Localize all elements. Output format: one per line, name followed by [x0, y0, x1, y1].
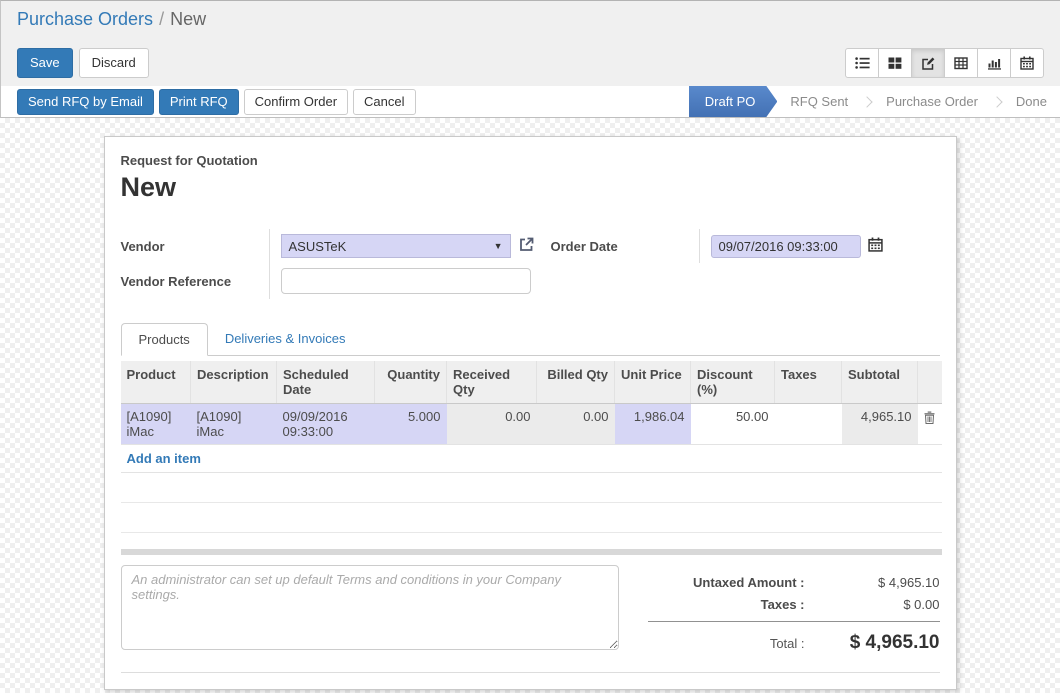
form-fields-right: Order Date	[551, 229, 940, 299]
sheet-bottom: Untaxed Amount : $ 4,965.10 Taxes : $ 0.…	[121, 565, 940, 658]
graph-view-button[interactable]	[977, 48, 1011, 78]
sheet-subtitle: Request for Quotation	[121, 153, 940, 168]
vendor-label: Vendor	[121, 239, 269, 254]
control-panel: Purchase Orders / New Save Discard	[0, 0, 1060, 86]
external-link-icon	[518, 236, 535, 256]
empty-row	[121, 473, 942, 503]
breadcrumb: Purchase Orders / New	[17, 9, 206, 30]
col-product[interactable]: Product	[121, 361, 191, 404]
cell-unit-price[interactable]: 1,986.04	[615, 404, 691, 445]
open-vendor-button[interactable]	[518, 236, 535, 256]
untaxed-amount-label: Untaxed Amount :	[648, 575, 815, 590]
col-discount[interactable]: Discount (%)	[691, 361, 775, 404]
page-title: New	[121, 172, 940, 203]
totals-block: Untaxed Amount : $ 4,965.10 Taxes : $ 0.…	[648, 565, 940, 658]
col-billed-qty[interactable]: Billed Qty	[537, 361, 615, 404]
form-icon	[921, 56, 936, 71]
cell-delete[interactable]	[918, 404, 942, 445]
form-view-button[interactable]	[911, 48, 945, 78]
col-actions	[918, 361, 942, 404]
breadcrumb-separator: /	[159, 9, 164, 29]
breadcrumb-purchase-orders[interactable]: Purchase Orders	[17, 9, 153, 29]
untaxed-amount-value: $ 4,965.10	[815, 575, 940, 590]
taxes-value: $ 0.00	[815, 597, 940, 612]
tab-products[interactable]: Products	[121, 323, 208, 356]
vendor-reference-input[interactable]	[281, 268, 531, 294]
calendar-view-button[interactable]	[1010, 48, 1044, 78]
col-received-qty[interactable]: Received Qty	[447, 361, 537, 404]
total-value: $ 4,965.10	[815, 632, 940, 654]
vendor-reference-label: Vendor Reference	[121, 274, 269, 289]
notebook-tabs: Products Deliveries & Invoices	[121, 323, 940, 356]
cell-quantity[interactable]: 5.000	[375, 404, 447, 445]
add-item-row: Add an item	[121, 445, 942, 473]
vendor-select[interactable]: ASUSTeK ▼	[281, 234, 511, 258]
cell-subtotal: 4,965.10	[842, 404, 918, 445]
caret-down-icon: ▼	[494, 241, 503, 251]
chevron-right-icon	[991, 96, 1002, 107]
add-an-item-link[interactable]: Add an item	[127, 451, 201, 466]
list-icon	[855, 56, 870, 70]
col-taxes[interactable]: Taxes	[775, 361, 842, 404]
empty-row	[121, 503, 942, 533]
datepicker-button[interactable]	[868, 237, 883, 255]
confirm-order-button[interactable]: Confirm Order	[244, 89, 348, 115]
calendar-icon	[868, 237, 883, 255]
graph-icon	[987, 56, 1002, 70]
cell-product[interactable]: [A1090] iMac	[121, 404, 191, 445]
taxes-label: Taxes :	[648, 597, 815, 612]
sheet-bottom-divider	[121, 672, 940, 673]
cell-billed-qty: 0.00	[537, 404, 615, 445]
pivot-icon	[954, 56, 968, 70]
status-done[interactable]: Done	[1003, 86, 1060, 117]
table-row[interactable]: [A1090] iMac [A1090] iMac 09/09/2016 09:…	[121, 404, 942, 445]
view-switcher	[845, 48, 1044, 78]
send-rfq-button[interactable]: Send RFQ by Email	[17, 89, 154, 115]
kanban-icon	[888, 56, 902, 70]
terms-and-conditions-textarea[interactable]	[121, 565, 619, 650]
breadcrumb-current: New	[170, 9, 206, 29]
workflow-buttons: Send RFQ by Email Print RFQ Confirm Orde…	[17, 89, 416, 115]
col-subtotal[interactable]: Subtotal	[842, 361, 918, 404]
cancel-button[interactable]: Cancel	[353, 89, 415, 115]
status-rfq-sent[interactable]: RFQ Sent	[777, 86, 861, 117]
status-draft-po[interactable]: Draft PO	[689, 86, 778, 117]
form-fields: Vendor ASUSTeK ▼ Vendor Reference	[121, 229, 940, 299]
cell-received-qty: 0.00	[447, 404, 537, 445]
order-date-input[interactable]	[711, 235, 861, 258]
chevron-right-icon	[861, 96, 872, 107]
total-label: Total :	[648, 636, 815, 651]
discard-button[interactable]: Discard	[79, 48, 149, 78]
statusbar: Draft PO RFQ Sent Purchase Order Done	[689, 86, 1060, 117]
col-scheduled-date[interactable]: Scheduled Date	[277, 361, 375, 404]
form-buttons: Save Discard	[17, 48, 149, 78]
tab-deliveries-invoices[interactable]: Deliveries & Invoices	[208, 323, 363, 355]
calendar-icon	[1020, 56, 1034, 70]
table-scrollbar[interactable]	[121, 549, 942, 555]
col-unit-price[interactable]: Unit Price	[615, 361, 691, 404]
cell-discount[interactable]: 50.00	[691, 404, 775, 445]
save-button[interactable]: Save	[17, 48, 73, 78]
trash-icon[interactable]	[924, 412, 935, 427]
kanban-view-button[interactable]	[878, 48, 912, 78]
action-bar: Send RFQ by Email Print RFQ Confirm Orde…	[0, 86, 1060, 118]
cell-scheduled-date[interactable]: 09/09/2016 09:33:00	[277, 404, 375, 445]
pivot-view-button[interactable]	[944, 48, 978, 78]
cell-taxes[interactable]	[775, 404, 842, 445]
col-description[interactable]: Description	[191, 361, 277, 404]
order-lines-table: Product Description Scheduled Date Quant…	[121, 361, 942, 533]
form-background: Request for Quotation New Vendor ASUSTeK…	[0, 118, 1060, 693]
form-fields-left: Vendor ASUSTeK ▼ Vendor Reference	[121, 229, 551, 299]
totals-separator	[648, 621, 940, 622]
print-rfq-button[interactable]: Print RFQ	[159, 89, 239, 115]
list-view-button[interactable]	[845, 48, 879, 78]
form-sheet: Request for Quotation New Vendor ASUSTeK…	[104, 136, 957, 690]
cell-description[interactable]: [A1090] iMac	[191, 404, 277, 445]
vendor-value: ASUSTeK	[289, 239, 347, 254]
col-quantity[interactable]: Quantity	[375, 361, 447, 404]
status-purchase-order[interactable]: Purchase Order	[873, 86, 991, 117]
table-header-row: Product Description Scheduled Date Quant…	[121, 361, 942, 404]
order-date-label: Order Date	[551, 239, 699, 254]
